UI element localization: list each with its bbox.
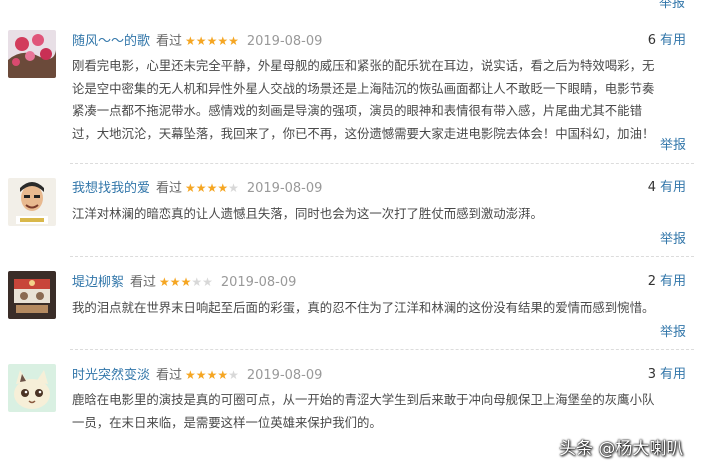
star-icon: ★	[206, 34, 218, 48]
useful-label: 有用	[659, 367, 686, 382]
star-icon: ★	[228, 181, 239, 195]
avatar[interactable]	[8, 30, 56, 78]
divider	[70, 349, 694, 350]
watermark: 头条 @杨大喇叭	[559, 439, 684, 459]
review-text-line: 过，大地沉沦，天幕坠落，我回来了，你已不再，这份遗憾需要大家走进电影院去体会！中…	[72, 125, 655, 141]
review-date: 2019-08-09	[246, 181, 323, 196]
star-icon: ★	[180, 275, 192, 289]
star-icon: ★	[195, 34, 207, 48]
watch-status: 看过	[156, 181, 183, 196]
review-date: 2019-08-09	[220, 275, 297, 290]
review-text: 我的泪点就在世界末日响起至后面的彩蛋，真的忍不住为了江洋和林澜的这份没有结果的爱…	[72, 297, 692, 320]
review-text: 江洋对林澜的暗恋真的让人遗憾且失落，同时也会为这一次打了胜仗而感到激动澎湃。	[72, 203, 692, 226]
review-text: 刚看完电影，心里还未完全平静，外星母舰的威压和紧张的配乐犹在耳边，说实话，看之后…	[72, 55, 692, 145]
useful-label: 有用	[659, 274, 686, 289]
avatar[interactable]	[8, 178, 56, 226]
useful-count: 4	[647, 180, 656, 195]
username-link[interactable]: 我想找我的爱	[72, 181, 150, 196]
review-text-line: 一员，在末日来临，是需要这样一位英雄来保护我们的。	[72, 414, 382, 430]
review-date: 2019-08-09	[246, 368, 323, 383]
review-text-line: 刚看完电影，心里还未完全平静，外星母舰的威压和紧张的配乐犹在耳边，说实话，看之后…	[72, 58, 655, 73]
review-text-line: 我的泪点就在世界末日响起至后面的彩蛋，真的忍不住为了江洋和林澜的这份没有结果的爱…	[72, 300, 655, 315]
review-date: 2019-08-09	[246, 34, 323, 49]
useful-button[interactable]: 4 有用	[648, 178, 686, 198]
review-text-line: 紧凑一点都不拖泥带水。感情戏的刻画是导演的强项，演员的眼神和表情很有带入感，片尾…	[72, 103, 642, 118]
review-header: 堤边柳絮 看过 ★★★★★ 2019-08-09	[72, 272, 296, 292]
star-icon: ★	[228, 34, 239, 48]
useful-count: 3	[647, 367, 656, 382]
star-icon: ★	[169, 275, 181, 289]
star-icon: ★	[185, 34, 196, 48]
star-icon: ★	[202, 275, 213, 289]
rating-stars: ★★★★★	[185, 368, 239, 382]
report-link[interactable]: 举报	[660, 321, 686, 340]
star-icon: ★	[195, 181, 207, 195]
avatar[interactable]	[8, 364, 56, 412]
review-text-line: 鹿晗在电影里的演技是真的可圈可点，从一开始的青涩大学生到后来敢于冲向母舰保卫上海…	[72, 392, 655, 407]
rating-stars: ★★★★★	[185, 181, 239, 195]
star-icon: ★	[217, 368, 229, 382]
useful-count: 6	[647, 33, 656, 48]
avatar[interactable]	[8, 271, 56, 319]
useful-button[interactable]: 3 有用	[648, 365, 686, 385]
watch-status: 看过	[156, 368, 183, 383]
star-icon: ★	[206, 368, 218, 382]
divider	[70, 256, 694, 257]
review-text: 鹿晗在电影里的演技是真的可圈可点，从一开始的青涩大学生到后来敢于冲向母舰保卫上海…	[72, 389, 692, 434]
report-link-top[interactable]: 举报	[659, 0, 685, 11]
rating-stars: ★★★★★	[159, 275, 213, 289]
useful-count: 2	[647, 274, 656, 289]
star-icon: ★	[206, 181, 218, 195]
useful-label: 有用	[659, 180, 686, 195]
review-text-line: 论是空中密集的无人机和异性外星人交战的场景还是上海陆沉的恢弘画面都让人不敢眨一下…	[72, 80, 655, 96]
star-icon: ★	[217, 34, 229, 48]
report-link[interactable]: 举报	[660, 228, 686, 247]
rating-stars: ★★★★★	[185, 34, 239, 48]
watch-status: 看过	[156, 34, 183, 49]
report-link[interactable]: 举报	[660, 134, 686, 153]
watch-status: 看过	[130, 275, 157, 290]
star-icon: ★	[191, 275, 203, 289]
review-header: 我想找我的爱 看过 ★★★★★ 2019-08-09	[72, 178, 322, 198]
useful-label: 有用	[659, 33, 686, 48]
star-icon: ★	[185, 368, 196, 382]
useful-button[interactable]: 2 有用	[648, 272, 686, 292]
useful-button[interactable]: 6 有用	[648, 31, 686, 51]
star-icon: ★	[228, 368, 239, 382]
review-header: 时光突然变淡 看过 ★★★★★ 2019-08-09	[72, 365, 322, 385]
review-text-line: 江洋对林澜的暗恋真的让人遗憾且失落，同时也会为这一次打了胜仗而感到激动澎湃。	[72, 206, 543, 221]
divider	[70, 163, 694, 164]
review-header: 随风～～的歌 看过 ★★★★★ 2019-08-09	[72, 31, 322, 51]
star-icon: ★	[195, 368, 207, 382]
star-icon: ★	[159, 275, 170, 289]
username-link[interactable]: 时光突然变淡	[72, 368, 150, 383]
star-icon: ★	[185, 181, 196, 195]
username-link[interactable]: 堤边柳絮	[72, 275, 124, 290]
username-link[interactable]: 随风～～的歌	[72, 34, 150, 49]
star-icon: ★	[217, 181, 229, 195]
